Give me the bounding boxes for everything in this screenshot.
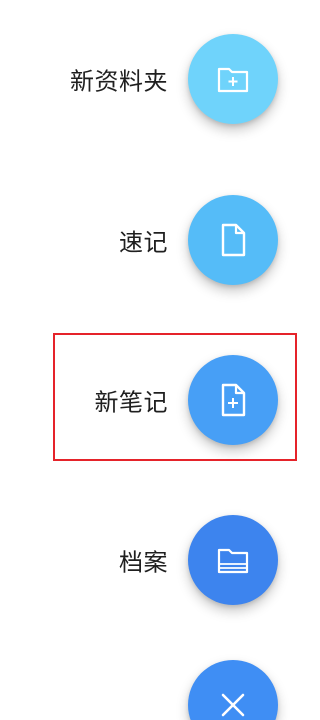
fab-menu-screen: 新资料夹 速记 新笔记 档案 [0,0,306,720]
highlight-box [53,333,297,461]
archive-label: 档案 [119,548,168,577]
new-folder-button[interactable] [188,34,278,124]
quick-note-label: 速记 [119,228,168,257]
menu-item-archive: 档案 [0,510,306,610]
new-folder-label: 新资料夹 [70,67,168,96]
close-button[interactable] [188,660,278,720]
close-icon [218,690,248,720]
quick-note-button[interactable] [188,195,278,285]
menu-item-quick-note: 速记 [0,190,306,290]
folder-add-icon [216,64,250,94]
archive-folder-icon [216,545,250,575]
menu-item-new-folder: 新资料夹 [0,29,306,129]
document-icon [219,223,247,257]
archive-button[interactable] [188,515,278,605]
menu-item-close [0,655,306,720]
